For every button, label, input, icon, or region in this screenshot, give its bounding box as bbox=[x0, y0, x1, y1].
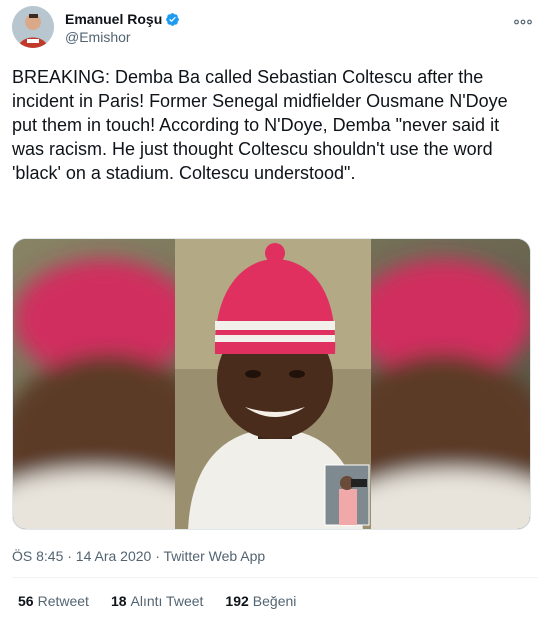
author-name-row: Emanuel Roşu bbox=[65, 11, 180, 27]
retweet-count-value: 56 bbox=[18, 593, 34, 609]
more-options-icon[interactable] bbox=[514, 12, 532, 28]
author-avatar[interactable] bbox=[12, 6, 54, 48]
verified-badge-icon bbox=[166, 12, 180, 26]
like-count-label: Beğeni bbox=[252, 593, 297, 609]
tweet-timestamp[interactable]: ÖS 8:45 · 14 Ara 2020 · Twitter Web App bbox=[12, 548, 265, 564]
retweet-count[interactable]: 56 Retweet bbox=[18, 593, 89, 609]
stats-top-divider bbox=[12, 577, 538, 578]
quote-tweet-count-value: 18 bbox=[110, 593, 127, 609]
author-handle[interactable]: @Emishor bbox=[65, 29, 131, 45]
retweet-count-label: Retweet bbox=[37, 593, 89, 609]
tweet-stats: 56 Retweet 18 Alıntı Tweet 192 Beğeni bbox=[18, 593, 296, 609]
like-count[interactable]: 192 Beğeni bbox=[225, 593, 296, 609]
tweet-media-image[interactable] bbox=[12, 238, 531, 530]
like-count-value: 192 bbox=[225, 593, 249, 609]
quote-tweet-count[interactable]: 18 Alıntı Tweet bbox=[111, 593, 203, 609]
author-name[interactable]: Emanuel Roşu bbox=[65, 11, 162, 27]
quote-tweet-count-label: Alıntı Tweet bbox=[130, 593, 204, 609]
tweet-text: BREAKING: Demba Ba called Sebastian Colt… bbox=[12, 67, 508, 183]
